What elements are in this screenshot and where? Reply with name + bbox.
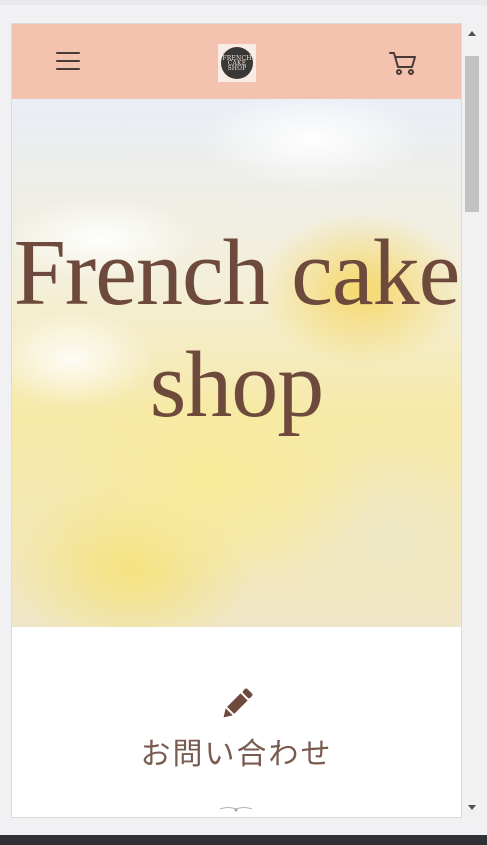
hero-banner: French cake shop <box>12 99 461 627</box>
scroll-up-arrow-icon[interactable] <box>463 24 481 44</box>
contact-section[interactable]: お問い合わせ <box>12 627 461 817</box>
cart-icon[interactable] <box>388 48 418 78</box>
contact-label[interactable]: お問い合わせ <box>12 735 461 775</box>
hamburger-menu-icon[interactable] <box>56 50 82 72</box>
page-viewport: FRENCH CAKE SHOP French cake shop お問い合わせ <box>12 24 461 817</box>
scroll-down-arrow-icon[interactable] <box>463 797 481 817</box>
logo-text: FRENCH CAKE SHOP <box>222 54 252 72</box>
browser-top-strip <box>0 0 487 5</box>
site-header: FRENCH CAKE SHOP <box>12 24 461 99</box>
pencil-icon <box>218 685 256 723</box>
vertical-scrollbar[interactable] <box>463 24 481 817</box>
site-logo[interactable]: FRENCH CAKE SHOP <box>218 44 256 82</box>
hero-title: French cake shop <box>13 221 461 437</box>
ornament-divider-icon <box>219 798 253 812</box>
logo-badge: FRENCH CAKE SHOP <box>221 47 253 79</box>
taskbar <box>0 835 487 845</box>
scroll-thumb[interactable] <box>465 56 479 212</box>
